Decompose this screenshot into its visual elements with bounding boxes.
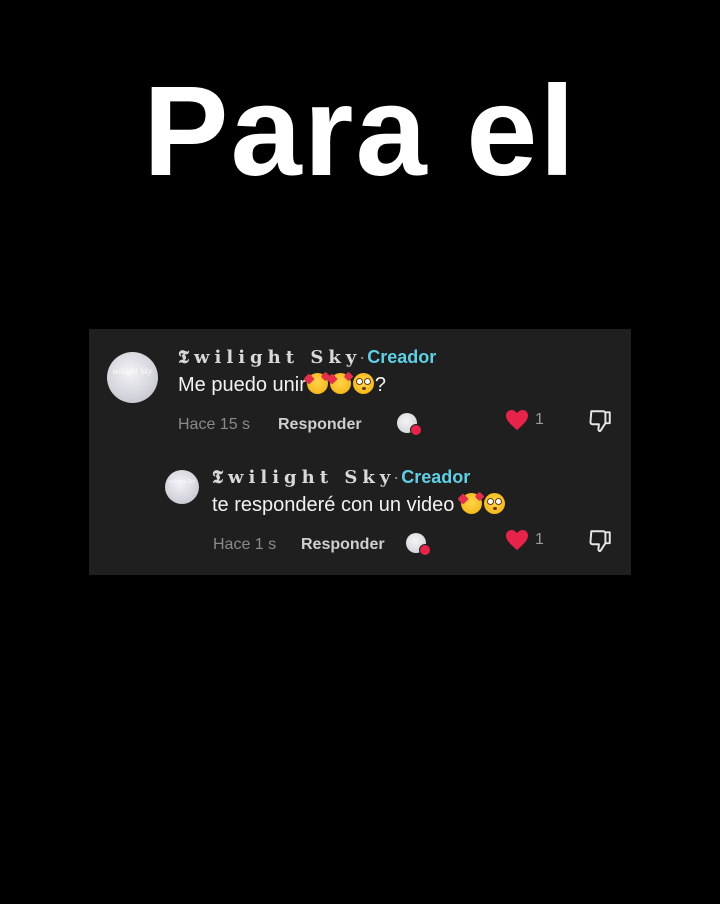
comment-text: te responderé con un video <box>212 493 506 516</box>
smiling-face-with-hearts-icon <box>460 493 482 514</box>
comment-suffix: ? <box>374 374 386 396</box>
flushed-face-icon <box>483 493 505 514</box>
comment-header: 𝕿wilight Sky· Creador <box>178 347 436 368</box>
username[interactable]: 𝕿wilight Sky <box>212 467 395 488</box>
comment-body: te responderé con un video <box>212 494 455 516</box>
separator: · <box>393 467 400 487</box>
avatar[interactable]: wilight Sky <box>107 352 158 403</box>
separator: · <box>359 347 366 367</box>
flushed-face-icon <box>352 373 374 394</box>
avatar-watermark: wilight Sky <box>112 366 153 376</box>
reply-button[interactable]: Responder <box>278 416 362 434</box>
thumbs-down-icon <box>589 410 611 432</box>
heart-icon <box>506 410 528 430</box>
comments-panel: wilight Sky 𝕿wilight Sky· Creador Me pued… <box>89 329 631 575</box>
dislike-button[interactable] <box>587 528 613 559</box>
reply-button[interactable]: Responder <box>301 536 385 554</box>
creator-badge: Creador <box>401 467 471 487</box>
creator-badge: Creador <box>367 347 437 367</box>
comment-header: 𝕿wilight Sky· Creador <box>212 467 470 488</box>
overlay-headline: Para el <box>143 60 577 203</box>
like-count: 1 <box>535 411 544 428</box>
avatar-watermark: wilight Sky <box>168 479 196 485</box>
smiling-face-with-hearts-icon <box>306 373 328 394</box>
dislike-button[interactable] <box>587 408 613 439</box>
comment-text: Me puedo unir? <box>178 373 386 396</box>
creator-liked-avatar-icon <box>406 533 431 556</box>
creator-liked-avatar-icon <box>397 413 422 436</box>
like-button[interactable] <box>505 409 529 431</box>
heart-icon <box>506 530 528 550</box>
comment-time: Hace 15 s <box>178 416 251 433</box>
like-button[interactable] <box>505 529 529 551</box>
comment-body: Me puedo unir <box>178 374 306 396</box>
avatar[interactable]: wilight Sky <box>165 470 199 504</box>
like-count: 1 <box>535 531 544 548</box>
smiling-face-with-hearts-icon <box>329 373 351 394</box>
username[interactable]: 𝕿wilight Sky <box>178 347 361 368</box>
comment-time: Hace 1 s <box>213 536 277 553</box>
thumbs-down-icon <box>589 530 611 552</box>
